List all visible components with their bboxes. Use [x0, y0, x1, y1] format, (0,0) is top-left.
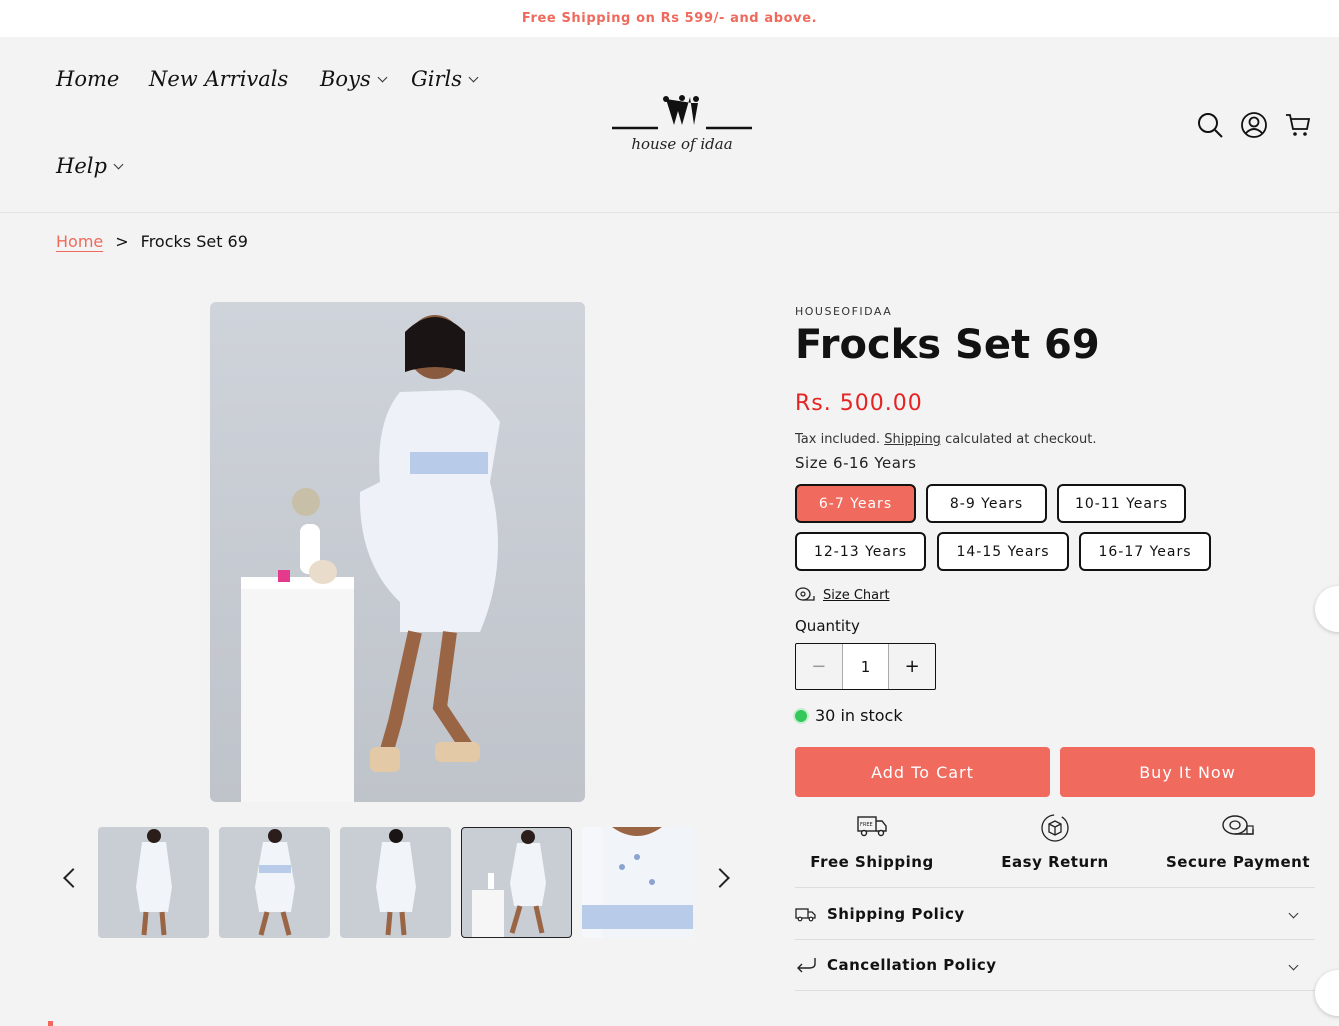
size-option-6-7[interactable]: 6-7 Years [795, 484, 916, 523]
nav-help[interactable]: Help [56, 154, 124, 178]
add-to-cart-button[interactable]: Add To Cart [795, 747, 1050, 797]
size-option-12-13[interactable]: 12-13 Years [795, 532, 926, 571]
announcement-bar: Free Shipping on Rs 599/- and above. [0, 0, 1339, 37]
nav-home-label: Home [56, 67, 120, 91]
feature-label: Secure Payment [1165, 853, 1311, 871]
tax-prefix: Tax included. [795, 432, 881, 447]
size-label: Size 6-16 Years [795, 454, 917, 472]
feature-secure-payment: Secure Payment [1158, 812, 1318, 871]
announcement-text: Free Shipping on Rs 599/- and above. [521, 11, 818, 26]
nav-home[interactable]: Home [56, 67, 119, 91]
tax-suffix: calculated at checkout. [945, 432, 1097, 447]
accordion-label: Shipping Policy [827, 904, 965, 923]
floating-widget-button[interactable] [1315, 586, 1339, 632]
truck-icon [795, 907, 816, 921]
account-icon[interactable] [1240, 111, 1268, 139]
size-option-10-11[interactable]: 10-11 Years [1057, 484, 1186, 523]
nav-boys[interactable]: Boys [320, 67, 388, 91]
nav-boys-label: Boys [320, 67, 371, 91]
quantity-label: Quantity [795, 617, 860, 635]
nav-new-arrivals[interactable]: New Arrivals [149, 67, 288, 91]
feature-free-shipping: FREE Free Shipping [792, 812, 952, 871]
quantity-decrease-button[interactable]: − [796, 644, 842, 689]
stock-status: 30 in stock [795, 706, 903, 725]
size-chart-label: Size Chart [823, 587, 890, 603]
payment-icon [1158, 812, 1318, 844]
thumbs-prev-arrow[interactable] [63, 868, 83, 888]
logo-text: house of idaa [631, 135, 733, 153]
feature-easy-return: Easy Return [975, 812, 1135, 871]
accordion-shipping-policy[interactable]: Shipping Policy [795, 887, 1315, 939]
svg-text:FREE: FREE [860, 822, 873, 828]
nav-girls-label: Girls [411, 67, 463, 91]
return-box-icon [975, 812, 1135, 844]
breadcrumb-current: Frocks Set 69 [140, 232, 248, 251]
chevron-down-icon [1288, 960, 1299, 970]
feature-label: Easy Return [1001, 853, 1109, 871]
truck-icon: FREE [792, 812, 952, 844]
product-vendor: HOUSEOFIDAA [795, 305, 893, 318]
accordion-label: Cancellation Policy [827, 956, 997, 974]
scroll-indicator [48, 1021, 53, 1026]
thumbnail-2[interactable] [219, 827, 330, 938]
buy-now-button[interactable]: Buy It Now [1060, 747, 1315, 797]
breadcrumb-home-link[interactable]: Home [56, 232, 103, 251]
thumbnail-5[interactable] [582, 827, 693, 938]
nav-girls[interactable]: Girls [411, 67, 479, 91]
thumbnail-4[interactable] [461, 827, 572, 938]
product-title: Frocks Set 69 [795, 322, 1100, 368]
stock-text: 30 in stock [815, 706, 903, 725]
thumbnail-strip [98, 827, 693, 938]
in-stock-dot-icon [795, 709, 807, 722]
product-main-image[interactable] [210, 302, 585, 802]
thumbnail-3[interactable] [340, 827, 451, 938]
chevron-down-icon [377, 72, 388, 82]
chevron-down-icon [468, 72, 479, 82]
quantity-stepper: − 1 + [795, 643, 936, 690]
size-chart-link[interactable]: Size Chart [795, 587, 890, 603]
thumbs-next-arrow[interactable] [710, 868, 730, 888]
product-price: Rs. 500.00 [795, 391, 923, 416]
return-arrow-icon [797, 958, 816, 973]
cart-icon[interactable] [1284, 111, 1312, 139]
feature-label: Free Shipping [810, 853, 934, 871]
tax-note: Tax included. Shipping calculated at che… [795, 432, 1096, 447]
site-header: Home New Arrivals Boys Girls Help house … [0, 37, 1339, 213]
shipping-link[interactable]: Shipping [884, 432, 941, 447]
accordion-cancellation-policy[interactable]: Cancellation Policy [795, 939, 1315, 991]
nav-help-label: Help [56, 154, 107, 178]
size-option-16-17[interactable]: 16-17 Years [1079, 532, 1211, 571]
search-icon[interactable] [1196, 111, 1224, 139]
quantity-increase-button[interactable]: + [889, 644, 935, 689]
chevron-down-icon [113, 159, 124, 169]
thumbnail-1[interactable] [98, 827, 209, 938]
breadcrumb-separator: > [115, 232, 129, 251]
size-option-14-15[interactable]: 14-15 Years [937, 532, 1069, 571]
breadcrumb: Home > Frocks Set 69 [56, 232, 248, 251]
quantity-input[interactable]: 1 [841, 644, 890, 689]
floating-chat-button[interactable] [1315, 970, 1339, 1016]
nav-new-arrivals-label: New Arrivals [149, 67, 289, 91]
measuring-tape-icon [795, 587, 815, 601]
size-option-8-9[interactable]: 8-9 Years [926, 484, 1047, 523]
chevron-down-icon [1288, 908, 1299, 919]
